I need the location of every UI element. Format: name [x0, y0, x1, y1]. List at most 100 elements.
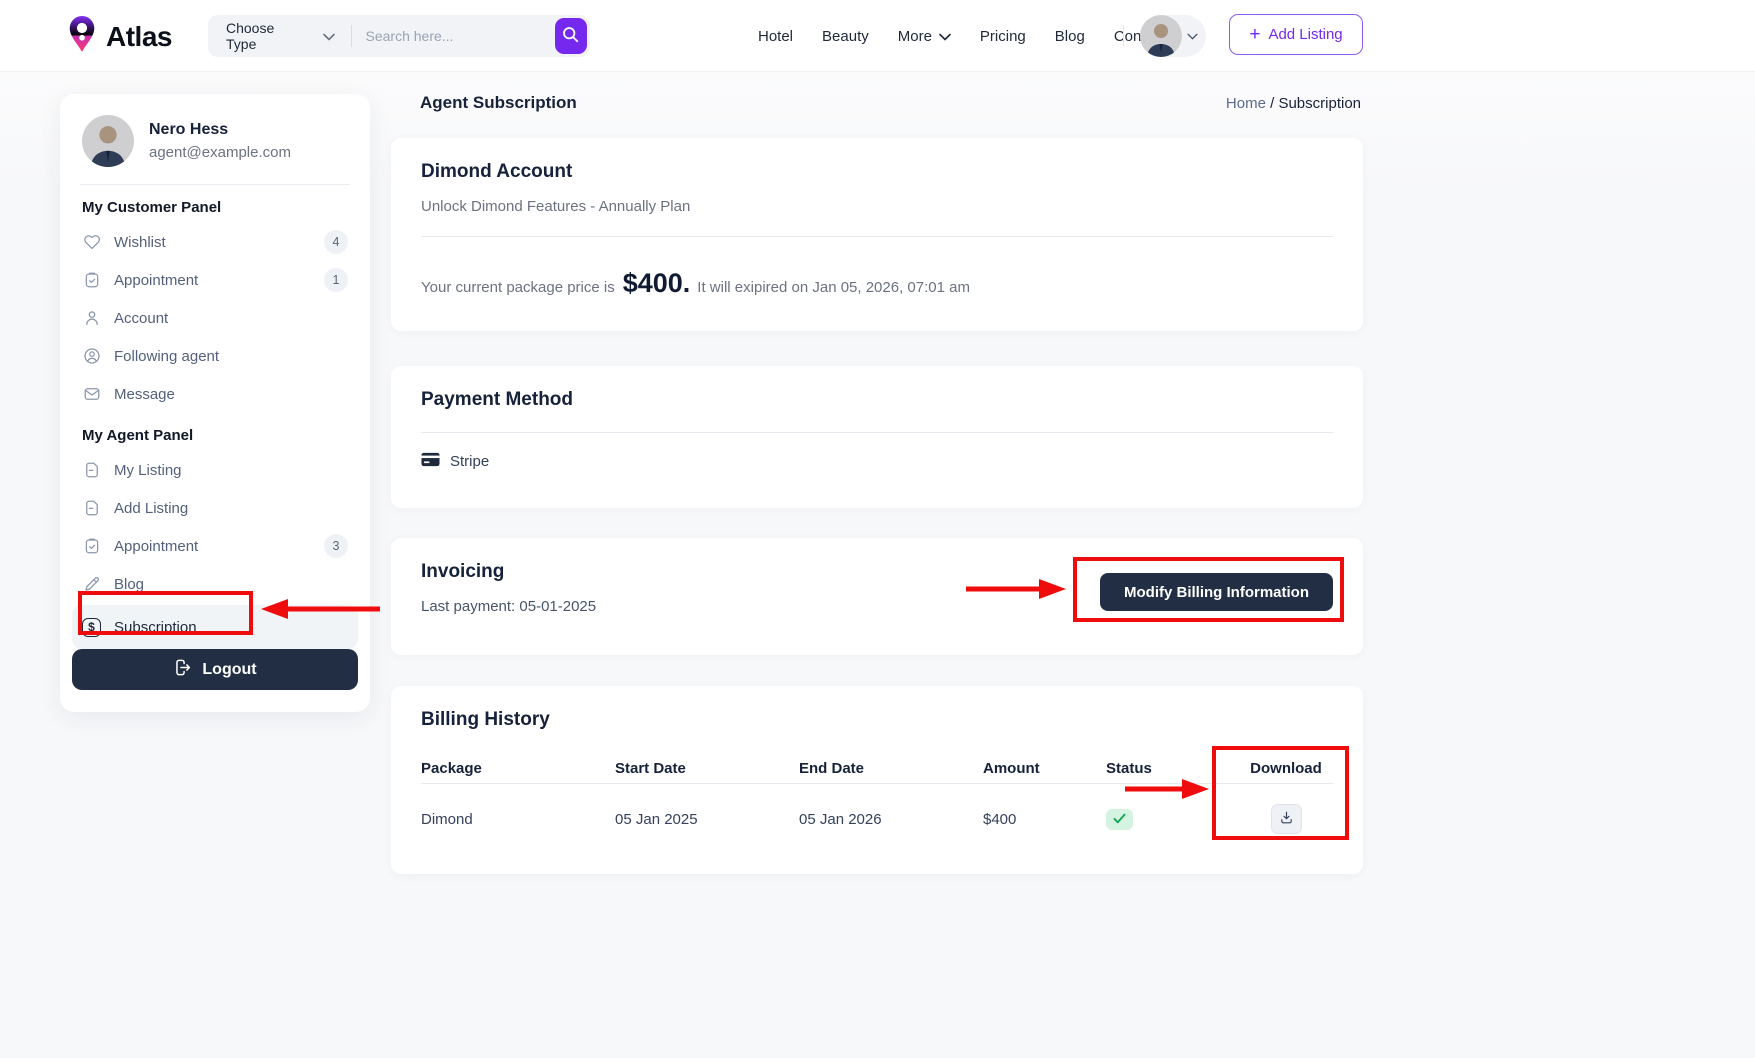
dimond-account-card: Dimond Account Unlock Dimond Features - …	[391, 138, 1363, 331]
brand-logo[interactable]: Atlas	[64, 14, 172, 59]
invoicing-card: Invoicing Last payment: 05-01-2025 Modif…	[391, 538, 1363, 655]
divider	[421, 236, 1333, 237]
nav-link-more[interactable]: More	[898, 28, 951, 45]
sidebar-item-appointment[interactable]: Appointment 1	[82, 261, 348, 299]
cell-end-date: 05 Jan 2026	[799, 811, 983, 828]
user-name: Nero Hess	[149, 121, 291, 139]
logout-button[interactable]: Logout	[72, 649, 358, 690]
customer-panel-heading: My Customer Panel	[82, 199, 348, 216]
sidebar-item-subscription[interactable]: $ Subscription	[72, 605, 358, 649]
cell-package: Dimond	[421, 811, 615, 828]
heart-icon	[82, 233, 101, 252]
package-price: $400.	[623, 268, 691, 299]
column-header-start-date: Start Date	[615, 760, 799, 777]
card-title: Payment Method	[421, 366, 1333, 411]
sidebar-item-label: My Listing	[114, 462, 182, 479]
document-icon	[82, 461, 101, 480]
count-badge: 4	[324, 230, 348, 254]
breadcrumb-separator: /	[1266, 95, 1279, 112]
pencil-icon	[82, 575, 101, 594]
sidebar-item-label: Account	[114, 310, 168, 327]
count-badge: 1	[324, 268, 348, 292]
nav-link-blog[interactable]: Blog	[1055, 28, 1085, 45]
sidebar-item-label: Message	[114, 386, 175, 403]
breadcrumb-home-link[interactable]: Home	[1226, 95, 1266, 112]
search-input[interactable]	[352, 28, 555, 44]
count-badge: 3	[324, 534, 348, 558]
chevron-down-icon	[323, 28, 335, 44]
sidebar-item-message[interactable]: Message	[82, 375, 348, 413]
billing-history-card: Billing History Package Start Date End D…	[391, 686, 1363, 874]
sidebar-item-account[interactable]: Account	[82, 299, 348, 337]
cell-status	[1106, 809, 1239, 830]
column-header-end-date: End Date	[799, 760, 983, 777]
sidebar-item-label: Wishlist	[114, 234, 166, 251]
sidebar-divider	[80, 184, 350, 185]
brand-name: Atlas	[106, 21, 172, 53]
download-invoice-button[interactable]	[1271, 804, 1302, 834]
divider	[421, 432, 1333, 433]
sidebar-item-label: Add Listing	[114, 500, 188, 517]
user-icon	[82, 309, 101, 328]
nav-link-beauty[interactable]: Beauty	[822, 28, 869, 45]
nav-links: Hotel Beauty More Pricing Blog Contact	[758, 0, 1166, 72]
sidebar-item-appointment-agent[interactable]: Appointment 3	[82, 527, 348, 565]
sidebar-item-blog[interactable]: Blog	[82, 565, 348, 603]
nav-link-label: Beauty	[822, 28, 869, 45]
main-content: Agent Subscription Home / Subscription D…	[391, 88, 1363, 118]
modify-billing-button[interactable]: Modify Billing Information	[1100, 573, 1333, 611]
sidebar-item-label: Appointment	[114, 538, 198, 555]
clipboard-check-icon	[82, 537, 101, 556]
cell-start-date: 05 Jan 2025	[615, 811, 799, 828]
payment-method-name: Stripe	[450, 453, 489, 470]
cell-download	[1239, 804, 1333, 834]
nav-link-label: Blog	[1055, 28, 1085, 45]
logout-icon	[173, 658, 192, 682]
user-menu[interactable]	[1140, 15, 1206, 57]
user-circle-icon	[82, 347, 101, 366]
choose-type-dropdown[interactable]: Choose Type	[208, 20, 351, 52]
check-icon	[1113, 811, 1126, 828]
sidebar-item-add-listing[interactable]: Add Listing	[82, 489, 348, 527]
plus-icon: +	[1249, 25, 1260, 44]
nav-link-label: More	[898, 28, 932, 45]
page-title: Agent Subscription	[420, 93, 577, 113]
add-listing-button[interactable]: + Add Listing	[1229, 14, 1363, 55]
chevron-down-icon	[1187, 27, 1198, 45]
avatar	[1140, 15, 1182, 57]
plan-subtitle: Unlock Dimond Features - Annually Plan	[421, 198, 1333, 215]
nav-link-pricing[interactable]: Pricing	[980, 28, 1026, 45]
sidebar-item-my-listing[interactable]: My Listing	[82, 451, 348, 489]
nav-link-hotel[interactable]: Hotel	[758, 28, 793, 45]
envelope-icon	[82, 385, 101, 404]
chevron-down-icon	[939, 28, 951, 45]
top-navbar: Atlas Choose Type Hotel Beauty More Pric…	[0, 0, 1755, 72]
price-suffix: It will exipired on Jan 05, 2026, 07:01 …	[697, 279, 970, 296]
add-listing-label: Add Listing	[1268, 26, 1342, 43]
sidebar-item-label: Subscription	[114, 619, 197, 636]
breadcrumb: Home / Subscription	[1226, 95, 1361, 112]
nav-link-label: Hotel	[758, 28, 793, 45]
card-title: Dimond Account	[421, 138, 1333, 183]
choose-type-label: Choose Type	[226, 20, 297, 52]
search-icon	[562, 26, 579, 46]
table-row: Dimond 05 Jan 2025 05 Jan 2026 $400	[421, 793, 1333, 845]
table-header-row: Package Start Date End Date Amount Statu…	[421, 753, 1333, 783]
card-title: Billing History	[421, 686, 1333, 731]
sidebar-item-label: Appointment	[114, 272, 198, 289]
sidebar-item-wishlist[interactable]: Wishlist 4	[82, 223, 348, 261]
nav-link-label: Pricing	[980, 28, 1026, 45]
column-header-download: Download	[1239, 760, 1333, 777]
atlas-pin-icon	[64, 14, 100, 59]
dashboard-sidebar: Nero Hess agent@example.com My Customer …	[60, 94, 370, 712]
agent-panel-heading: My Agent Panel	[82, 427, 348, 444]
clipboard-check-icon	[82, 271, 101, 290]
document-icon	[82, 499, 101, 518]
column-header-status: Status	[1106, 760, 1239, 777]
payment-method-card: Payment Method Stripe	[391, 366, 1363, 508]
sidebar-item-label: Following agent	[114, 348, 219, 365]
price-prefix: Your current package price is	[421, 279, 615, 296]
download-icon	[1279, 810, 1294, 828]
search-button[interactable]	[555, 18, 588, 54]
sidebar-item-following-agent[interactable]: Following agent	[82, 337, 348, 375]
